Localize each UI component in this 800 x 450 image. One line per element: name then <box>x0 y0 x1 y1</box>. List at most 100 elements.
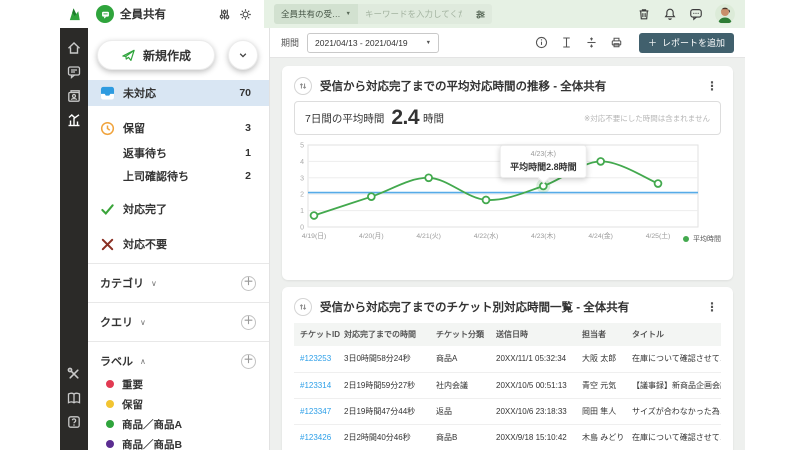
sidebar-item-untouched[interactable]: 未対応 70 <box>88 80 269 106</box>
add-query-button[interactable]: ＋ <box>241 315 256 330</box>
sidebar: 新規作成 未対応 70 保留 3 返事待ち 1 上司確認待ち 2 <box>88 28 270 450</box>
sidebar-item-awaiting-approval[interactable]: 上司確認待ち 2 <box>88 164 269 187</box>
status-count: 70 <box>239 87 251 99</box>
add-report-button[interactable]: ＋ レポートを追加 <box>639 33 734 53</box>
column-header: チケット分類 <box>432 323 492 346</box>
table-cell: 大阪 太郎 <box>578 346 628 372</box>
trash-icon[interactable] <box>637 7 651 21</box>
stat-value: 2.4 <box>391 106 419 130</box>
svg-text:4/19(日): 4/19(日) <box>302 232 327 240</box>
table-row[interactable]: #1233142日19時間59分27秒社内会議20XX/10/5 00:51:1… <box>294 372 721 398</box>
sidebar-item-awaiting-reply[interactable]: 返事待ち 1 <box>88 141 269 164</box>
table-cell: 【議事録】新商品企画会議… <box>628 372 721 398</box>
feedback-chat-icon[interactable] <box>689 7 703 21</box>
info-icon[interactable] <box>535 36 548 49</box>
sidebar-label-item[interactable]: 商品／商品A <box>88 414 269 434</box>
user-avatar[interactable] <box>715 4 735 24</box>
printer-icon[interactable] <box>610 36 623 49</box>
svg-text:4/25(土): 4/25(土) <box>646 231 671 240</box>
sidebar-label-item[interactable]: 保留 <box>88 394 269 414</box>
table-row[interactable]: #1232533日0時間58分24秒商品A20XX/11/1 05:32:34大… <box>294 346 721 372</box>
add-label-button[interactable]: ＋ <box>241 354 256 369</box>
tools-icon[interactable] <box>66 366 82 382</box>
chart-card-title: 受信から対応完了までの平均対応時間の推移 - 全体共有 <box>320 78 695 94</box>
sidebar-section-label[interactable]: ラベル ∧ ＋ <box>88 348 269 374</box>
brand-logo[interactable] <box>60 0 88 28</box>
legend-dot <box>683 236 689 242</box>
ticket-table-body: #1232533日0時間58分24秒商品A20XX/11/1 05:32:34大… <box>294 346 721 450</box>
label-name: 保留 <box>122 397 143 412</box>
top-bar: 全員共有 全員共有の受… ▼ <box>60 0 745 28</box>
home-icon[interactable] <box>66 40 82 56</box>
table-cell: 20XX/11/1 05:32:34 <box>492 346 578 372</box>
split-rows-icon[interactable] <box>585 36 598 49</box>
table-cell: 在庫について確認させて… <box>628 424 721 450</box>
sidebar-item-completed[interactable]: 対応完了 <box>88 196 269 222</box>
analytics-icon[interactable] <box>66 112 82 128</box>
bell-icon[interactable] <box>663 7 677 21</box>
workspace-header: 全員共有 <box>88 0 264 28</box>
search-scope-select[interactable]: 全員共有の受… ▼ <box>274 4 358 24</box>
svg-text:4/22(水): 4/22(水) <box>474 231 499 240</box>
kebab-menu-icon[interactable]: ⋮ <box>703 300 721 314</box>
svg-text:4: 4 <box>300 159 304 166</box>
status-label: 対応完了 <box>123 201 167 217</box>
ticket-id-link[interactable]: #123426 <box>294 424 340 450</box>
sidebar-item-no-response-needed[interactable]: 対応不要 <box>88 231 269 257</box>
search-pill: 全員共有の受… ▼ <box>274 4 492 24</box>
inbox-icon <box>100 86 115 100</box>
compose-dropdown-button[interactable] <box>228 40 258 70</box>
ticket-id-link[interactable]: #123314 <box>294 372 340 398</box>
ticket-id-link[interactable]: #123347 <box>294 398 340 424</box>
address-book-icon[interactable] <box>66 88 82 104</box>
sidebar-label-item[interactable]: 商品／商品B <box>88 434 269 450</box>
compose-button[interactable]: 新規作成 <box>97 40 215 70</box>
filter-sliders-icon[interactable] <box>469 9 492 20</box>
add-category-button[interactable]: ＋ <box>241 276 256 291</box>
search-input[interactable] <box>358 9 469 19</box>
table-cell: 社内会議 <box>432 372 492 398</box>
sidebar-section-category[interactable]: カテゴリ ∨ ＋ <box>88 270 269 296</box>
compose-row: 新規作成 <box>88 28 269 80</box>
global-search-bar: 全員共有の受… ▼ <box>264 0 745 28</box>
sidebar-item-onhold[interactable]: 保留 3 <box>88 115 269 141</box>
status-label: 対応不要 <box>123 236 167 252</box>
card-header: 受信から対応完了までのチケット別対応時間一覧 - 全体共有 ⋮ <box>294 295 721 319</box>
table-cell: 青空 元気 <box>578 372 628 398</box>
sidebar-section-query[interactable]: クエリ ∨ ＋ <box>88 309 269 335</box>
chevron-down-icon <box>238 50 248 60</box>
gear-icon[interactable] <box>239 8 252 21</box>
table-cell: 返品 <box>432 398 492 424</box>
svg-text:4/21(火): 4/21(火) <box>416 232 441 240</box>
help-icon[interactable] <box>66 414 82 430</box>
table-row[interactable]: #1233472日19時間47分44秒返品20XX/10/6 23:18:33岡… <box>294 398 721 424</box>
chevron-down-icon: ∨ <box>140 318 146 327</box>
table-row[interactable]: #1234262日2時間40分46秒商品B20XX/9/18 15:10:42木… <box>294 424 721 450</box>
row-height-icon[interactable] <box>560 36 573 49</box>
section-label: カテゴリ <box>100 275 144 291</box>
brand-logo-icon <box>67 7 82 22</box>
sidebar-label-item[interactable]: 重要 <box>88 374 269 394</box>
column-header: タイトル <box>628 323 721 346</box>
manual-book-icon[interactable] <box>66 390 82 406</box>
column-header: 送信日時 <box>492 323 578 346</box>
status-label: 上司確認待ち <box>123 168 189 184</box>
toolbar-icons: ＋ レポートを追加 <box>535 33 734 53</box>
kebab-menu-icon[interactable]: ⋮ <box>703 79 721 93</box>
card-header: 受信から対応完了までの平均対応時間の推移 - 全体共有 ⋮ <box>294 74 721 98</box>
section-label: ラベル <box>100 353 133 369</box>
search-scope-value: 全員共有の受… <box>281 8 341 20</box>
sort-arrows-icon <box>294 77 312 95</box>
chart-tooltip: 4/23(木) 平均時間2.8時間 <box>500 145 587 178</box>
chevron-up-icon: ∧ <box>140 357 146 366</box>
svg-text:2: 2 <box>300 192 304 199</box>
column-header: チケットID <box>294 323 340 346</box>
tune-icon[interactable] <box>218 8 231 21</box>
table-cell: 20XX/9/18 15:10:42 <box>492 424 578 450</box>
period-select[interactable]: 2021/04/13 - 2021/04/19 ▼ <box>307 33 439 53</box>
column-header: 担当者 <box>578 323 628 346</box>
table-cell: 20XX/10/5 00:51:13 <box>492 372 578 398</box>
ticket-id-link[interactable]: #123253 <box>294 346 340 372</box>
tickets-icon[interactable] <box>66 64 82 80</box>
table-cell: 20XX/10/6 23:18:33 <box>492 398 578 424</box>
